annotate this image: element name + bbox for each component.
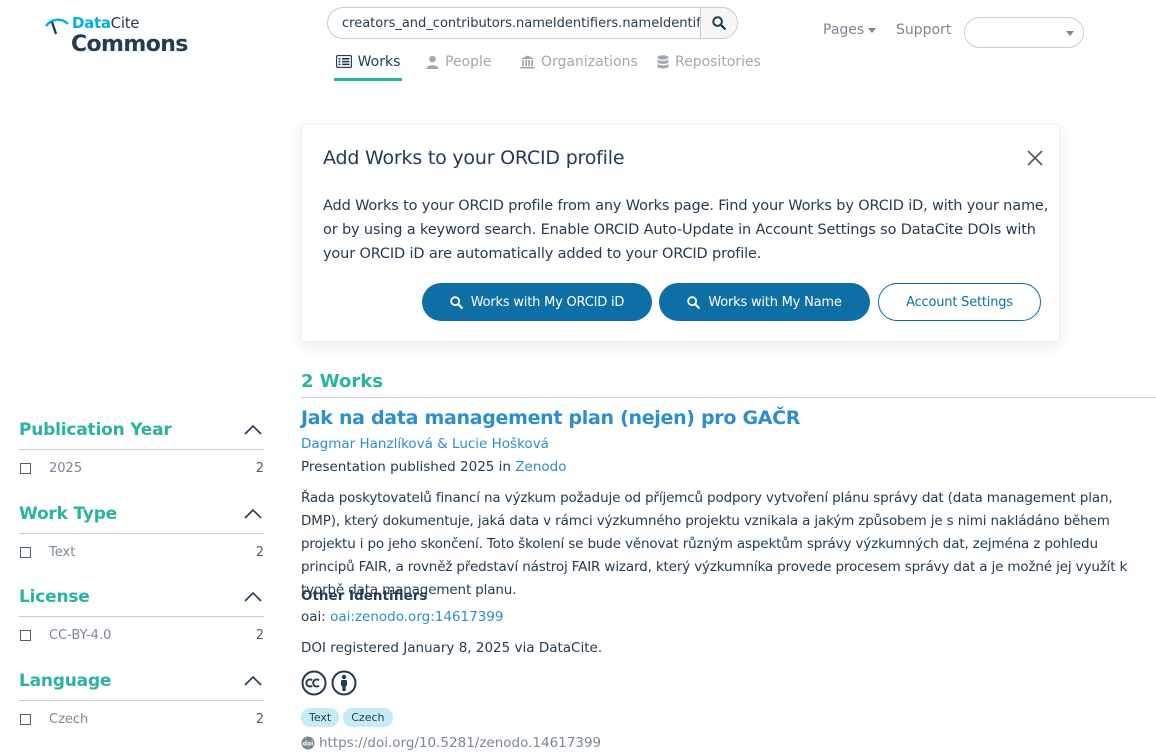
checkbox[interactable] xyxy=(20,714,31,725)
facet-option-count: 2 xyxy=(255,712,264,727)
identifier-link[interactable]: oai:zenodo.org:14617399 xyxy=(330,609,503,625)
list-icon xyxy=(335,55,352,68)
search-button[interactable] xyxy=(700,8,737,38)
orcid-info-panel: Add Works to your ORCID profile Add Work… xyxy=(301,124,1060,342)
license-icons[interactable] xyxy=(301,670,357,696)
cc-icon[interactable] xyxy=(301,670,327,696)
svg-text:doi: doi xyxy=(303,740,313,747)
checkbox[interactable] xyxy=(20,547,31,558)
person-icon xyxy=(426,55,439,69)
datacite-logo-icon xyxy=(45,18,69,35)
tab-repositories-label: Repositories xyxy=(675,54,761,70)
tab-people-label: People xyxy=(445,54,492,70)
logo-wordmark-bottom: Commons xyxy=(71,32,188,57)
pages-menu[interactable]: Pages xyxy=(823,22,877,38)
tab-organizations[interactable]: Organizations xyxy=(520,45,638,79)
doi-link-row[interactable]: doi https://doi.org/10.5281/zenodo.14617… xyxy=(301,735,601,751)
logo-wordmark-top: DataCite xyxy=(72,14,140,32)
facet-divider xyxy=(19,700,264,701)
other-identifier-row: oai: oai:zenodo.org:14617399 xyxy=(301,609,503,625)
tag-resource-type: Text xyxy=(301,708,340,727)
tab-people[interactable]: People xyxy=(426,45,492,79)
database-icon xyxy=(657,55,669,69)
panel-text: Add Works to your ORCID profile from any… xyxy=(323,198,1049,262)
facet-option[interactable]: Text 2 xyxy=(19,545,264,561)
account-settings-label: Account Settings xyxy=(906,294,1013,310)
publisher-link[interactable]: Zenodo xyxy=(515,459,566,475)
tab-works[interactable]: Works xyxy=(334,45,402,81)
facet-title: Publication Year xyxy=(19,420,172,440)
by-attribution-icon[interactable] xyxy=(331,670,357,696)
facet-option-count: 2 xyxy=(255,461,264,476)
doi-url[interactable]: https://doi.org/10.5281/zenodo.14617399 xyxy=(319,735,601,751)
work-description: Řada poskytovatelů financí na výzkum pož… xyxy=(301,490,1128,598)
tab-organizations-label: Organizations xyxy=(541,54,638,70)
doi-icon: doi xyxy=(301,736,315,750)
works-with-orcid-label: Works with My ORCID iD xyxy=(470,294,625,310)
facet-title: Work Type xyxy=(19,504,117,524)
facet-option-label: 2025 xyxy=(49,461,83,476)
account-settings-button[interactable]: Account Settings xyxy=(878,283,1041,321)
facet-option[interactable]: Czech 2 xyxy=(19,712,264,728)
identifier-type: oai: xyxy=(301,609,326,625)
facet-option-count: 2 xyxy=(255,545,264,560)
doi-registration-note: DOI registered January 8, 2025 via DataC… xyxy=(301,640,603,656)
language-select[interactable] xyxy=(964,17,1084,48)
support-link[interactable]: Support xyxy=(896,22,951,38)
facet-option-label: Czech xyxy=(49,712,89,727)
facet-divider xyxy=(19,449,264,450)
datacite-commons-logo[interactable]: DataCite Commons xyxy=(44,14,188,60)
chevron-up-icon[interactable] xyxy=(244,591,262,603)
tab-works-label: Works xyxy=(357,53,401,70)
work-publication-line: Presentation published 2025 in Zenodo xyxy=(301,459,566,475)
work-tags: Text Czech xyxy=(301,708,393,727)
close-icon[interactable] xyxy=(1024,147,1046,169)
publication-prefix: Presentation published 2025 in xyxy=(301,459,511,475)
facet-divider xyxy=(19,533,264,534)
works-with-orcid-button[interactable]: Works with My ORCID iD xyxy=(422,283,652,321)
chevron-up-icon[interactable] xyxy=(244,675,262,687)
panel-title: Add Works to your ORCID profile xyxy=(323,147,625,169)
facet-title: License xyxy=(19,587,90,607)
work-title-link[interactable]: Jak na data management plan (nejen) pro … xyxy=(301,407,800,429)
search-icon xyxy=(450,295,463,309)
caret-down-icon xyxy=(1066,31,1074,36)
facet-title: Language xyxy=(19,671,112,691)
search-input[interactable] xyxy=(342,8,702,38)
results-count: 2 Works xyxy=(301,371,383,392)
results-divider xyxy=(301,397,1156,398)
facet-option-label: CC-BY-4.0 xyxy=(49,628,112,643)
facet-option-count: 2 xyxy=(255,628,264,643)
tag-language: Czech xyxy=(343,708,393,727)
other-identifiers-heading: Other Identifiers xyxy=(301,588,428,604)
search-icon xyxy=(712,16,726,30)
chevron-up-icon[interactable] xyxy=(244,424,262,436)
search-bar xyxy=(327,7,738,39)
caret-down-icon xyxy=(868,27,877,33)
facet-option[interactable]: 2025 2 xyxy=(19,461,264,477)
institution-icon xyxy=(520,55,535,69)
search-icon xyxy=(687,295,701,309)
pages-menu-label: Pages xyxy=(823,22,865,38)
works-with-name-button[interactable]: Works with My Name xyxy=(659,283,870,321)
tab-repositories[interactable]: Repositories xyxy=(657,45,761,79)
work-authors-link[interactable]: Dagmar Hanzlíková & Lucie Hošková xyxy=(301,436,549,452)
facet-option-label: Text xyxy=(49,545,76,560)
facet-option[interactable]: CC-BY-4.0 2 xyxy=(19,628,264,644)
chevron-up-icon[interactable] xyxy=(244,508,262,520)
works-with-name-label: Works with My Name xyxy=(708,294,842,310)
checkbox[interactable] xyxy=(20,463,31,474)
facet-divider xyxy=(19,616,264,617)
checkbox[interactable] xyxy=(20,630,31,641)
